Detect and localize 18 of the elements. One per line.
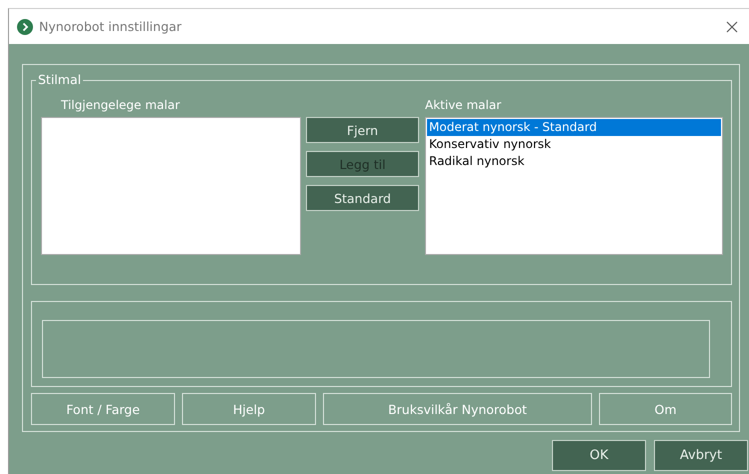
option-button[interactable]: Om: [599, 393, 732, 425]
list-item[interactable]: Radikal nynorsk: [427, 153, 721, 170]
option-button[interactable]: Font / Farge: [31, 393, 175, 425]
app-logo-icon: [17, 18, 33, 34]
dialog-button[interactable]: Avbryt: [654, 440, 748, 471]
option-button[interactable]: Bruksvilkår Nynorobot: [323, 393, 592, 425]
option-button[interactable]: Hjelp: [182, 393, 316, 425]
close-icon[interactable]: [726, 20, 738, 32]
list-label: Aktive malar: [425, 97, 502, 114]
list-action-button[interactable]: Standard: [306, 185, 419, 211]
window-title: Nynorobot innstillingar: [39, 19, 183, 34]
list-item[interactable]: Konservativ nynorsk: [427, 136, 721, 153]
list-action-button[interactable]: Fjern: [306, 117, 419, 143]
list-item[interactable]: Moderat nynorsk - Standard: [427, 119, 721, 136]
list-label: Tilgjengelege malar: [60, 97, 181, 114]
active-list[interactable]: Moderat nynorsk - Standard Konservativ nynorsk Radikal nynorsk: [425, 117, 723, 255]
dialog-button[interactable]: OK: [552, 440, 646, 471]
group-title: Stilmal: [36, 72, 84, 87]
